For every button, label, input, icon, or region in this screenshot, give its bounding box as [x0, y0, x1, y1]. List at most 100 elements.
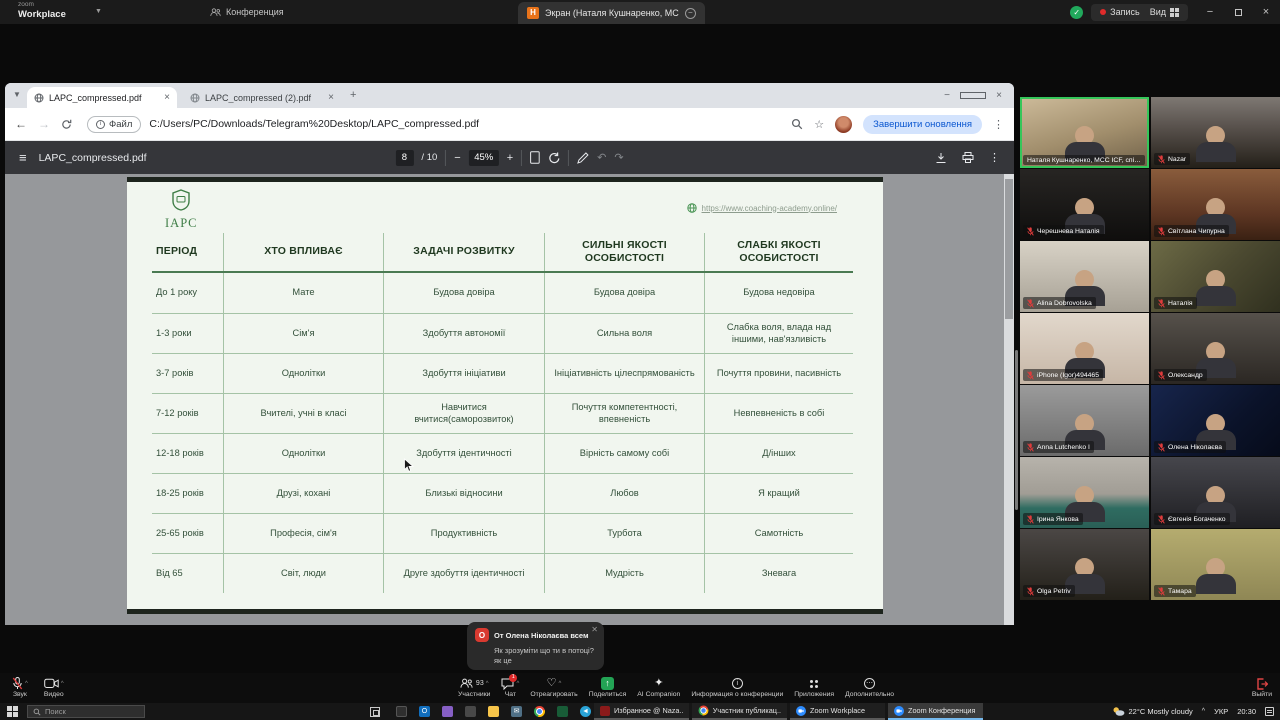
- chat-notification[interactable]: О От Олена Ніколаєва всем Як зрозуміти щ…: [467, 622, 604, 670]
- search-icon[interactable]: [791, 118, 803, 130]
- zoom-level[interactable]: 45%: [469, 150, 499, 166]
- participant-tile[interactable]: Alina Dobrovolska: [1020, 241, 1149, 312]
- app-icon-grey[interactable]: [465, 706, 476, 717]
- minimize-button[interactable]: −: [1196, 0, 1224, 24]
- close-icon[interactable]: ✕: [591, 625, 598, 634]
- chevron-down-icon[interactable]: ▼: [95, 8, 102, 15]
- forward-button[interactable]: →: [38, 117, 50, 131]
- telegram-icon[interactable]: ◄: [580, 706, 591, 717]
- react-button[interactable]: ♡^ Отреагировать: [530, 673, 577, 703]
- participant-tile[interactable]: Nazar: [1151, 97, 1280, 168]
- file-explorer-icon[interactable]: [488, 706, 499, 717]
- pdf-more-icon[interactable]: ⋮: [989, 151, 1000, 164]
- task-view-button[interactable]: [370, 707, 380, 717]
- fit-page-button[interactable]: [530, 151, 540, 164]
- participant-tile[interactable]: Олександр: [1151, 313, 1280, 384]
- table-row: 3-7 років Однолітки Здобуття ініціативи …: [152, 353, 853, 393]
- participant-tile[interactable]: Olga Petriv: [1020, 529, 1149, 600]
- tray-expand-icon[interactable]: ^: [1202, 708, 1205, 715]
- chat-button[interactable]: ^ Чат 1: [501, 673, 519, 703]
- taskbar-window-zoom-workplace[interactable]: Zoom Workplace: [790, 703, 885, 720]
- download-button[interactable]: [935, 152, 947, 164]
- participant-tile[interactable]: Світлана Чипурна: [1151, 169, 1280, 240]
- back-button[interactable]: ←: [15, 117, 27, 131]
- page-number-input[interactable]: 8: [395, 150, 413, 166]
- new-tab-button[interactable]: +: [350, 89, 356, 101]
- chrome-icon[interactable]: [534, 706, 545, 717]
- visual-studio-icon[interactable]: [442, 706, 453, 717]
- mail-icon[interactable]: ✉: [511, 706, 522, 717]
- taskbar-search[interactable]: Поиск: [27, 705, 145, 718]
- pdf-viewport[interactable]: IAPC https://www.coaching-academy.online…: [5, 174, 1014, 625]
- rotate-button[interactable]: [548, 152, 560, 164]
- ai-companion-button[interactable]: ✦ AI Companion: [637, 673, 680, 703]
- pdf-menu-icon[interactable]: ≡: [19, 150, 27, 165]
- reload-button[interactable]: [61, 119, 72, 130]
- participant-tile[interactable]: Anna Lutchenko I: [1020, 385, 1149, 456]
- close-button[interactable]: ×: [986, 90, 1012, 101]
- slide-link[interactable]: https://www.coaching-academy.online/: [687, 203, 837, 213]
- taskbar-window-zoom-conference[interactable]: Zoom Конференция: [888, 703, 983, 720]
- share-screen-icon: ↑: [601, 677, 614, 690]
- apps-button[interactable]: Приложения: [794, 673, 834, 703]
- page-total: / 10: [421, 152, 437, 163]
- video-button[interactable]: ^ Видео: [44, 673, 64, 703]
- start-button[interactable]: [7, 706, 18, 717]
- recording-indicator[interactable]: Запись: [1100, 7, 1140, 17]
- file-chip[interactable]: iФайл: [87, 116, 141, 133]
- connection-ok-icon: ✓: [1070, 6, 1083, 19]
- scrollbar-thumb[interactable]: [1005, 179, 1013, 319]
- participant-tile[interactable]: Олена Ніколаєва: [1151, 385, 1280, 456]
- clock[interactable]: 20:30: [1237, 707, 1256, 716]
- participants-button[interactable]: 93^ Участники: [458, 673, 490, 703]
- weather-widget[interactable]: 22°C Mostly cloudy: [1112, 706, 1193, 717]
- tab-conference[interactable]: Конференция: [210, 0, 284, 24]
- language-indicator[interactable]: УКР: [1214, 707, 1228, 716]
- table-cell: Будова довіра: [545, 273, 705, 313]
- tab-close-icon[interactable]: ×: [328, 92, 334, 103]
- participant-tile[interactable]: Тамара: [1151, 529, 1280, 600]
- pdf-scrollbar[interactable]: [1004, 174, 1014, 625]
- share-button[interactable]: ↑ Поделиться: [589, 673, 627, 703]
- profile-avatar[interactable]: [835, 116, 852, 133]
- taskbar-window-chrome[interactable]: Участник публикац...: [692, 703, 787, 720]
- excel-icon[interactable]: [557, 706, 568, 717]
- collapse-icon[interactable]: −: [685, 8, 696, 19]
- url-text[interactable]: C:/Users/PC/Downloads/Telegram%20Desktop…: [149, 118, 479, 130]
- more-button[interactable]: ⋯ Дополнительно: [845, 673, 894, 703]
- notification-center-icon[interactable]: [1265, 707, 1274, 716]
- tab-search-icon[interactable]: ▼: [13, 90, 21, 99]
- gallery-scrollbar[interactable]: [1015, 350, 1018, 510]
- meeting-info-button[interactable]: i Информация о конференции: [691, 673, 783, 703]
- bookmark-star-icon[interactable]: ☆: [814, 118, 824, 131]
- maximize-button[interactable]: [1224, 0, 1252, 24]
- tab-close-icon[interactable]: ×: [164, 92, 170, 103]
- zoom-out-button[interactable]: −: [454, 152, 460, 164]
- participant-tile[interactable]: iPhone (Igor)494465: [1020, 313, 1149, 384]
- print-button[interactable]: [962, 152, 974, 163]
- maximize-button[interactable]: [960, 92, 986, 99]
- view-button[interactable]: Вид: [1150, 7, 1179, 17]
- minimize-button[interactable]: −: [934, 90, 960, 101]
- participant-tile[interactable]: Наталя Кушнаренко, МСС ICF, співзасн...: [1020, 97, 1149, 168]
- participant-tile[interactable]: Ірина Янкова: [1020, 457, 1149, 528]
- browser-tab-1[interactable]: LAPC_compressed.pdf ×: [27, 87, 177, 108]
- outlook-icon[interactable]: O: [419, 706, 430, 717]
- browser-tab-2[interactable]: LAPC_compressed (2).pdf ×: [183, 87, 341, 108]
- close-button[interactable]: ×: [1252, 0, 1280, 24]
- mute-button[interactable]: ^ Звук: [12, 673, 28, 703]
- participant-tile[interactable]: Наталія: [1151, 241, 1280, 312]
- taskbar-window-favorites[interactable]: Избранное @ Naza...: [594, 703, 689, 720]
- omnibox[interactable]: iФайл C:/Users/PC/Downloads/Telegram%20D…: [83, 112, 780, 136]
- participant-tile[interactable]: Черешнева Наталія: [1020, 169, 1149, 240]
- zoom-in-button[interactable]: +: [507, 152, 513, 164]
- update-chrome-button[interactable]: Завершити оновлення: [863, 115, 982, 134]
- redo-button[interactable]: ↷: [614, 151, 623, 164]
- undo-button[interactable]: ↶: [597, 151, 606, 164]
- app-icon-dark[interactable]: [396, 706, 407, 717]
- leave-button[interactable]: Выйти: [1252, 673, 1272, 703]
- participant-tile[interactable]: Євгенія Богаченко: [1151, 457, 1280, 528]
- tab-screen-share[interactable]: Н Экран (Наталя Кушнаренко, МС −: [518, 2, 705, 24]
- chrome-menu-icon[interactable]: ⋮: [993, 118, 1004, 131]
- annotate-pen-icon[interactable]: [577, 152, 589, 164]
